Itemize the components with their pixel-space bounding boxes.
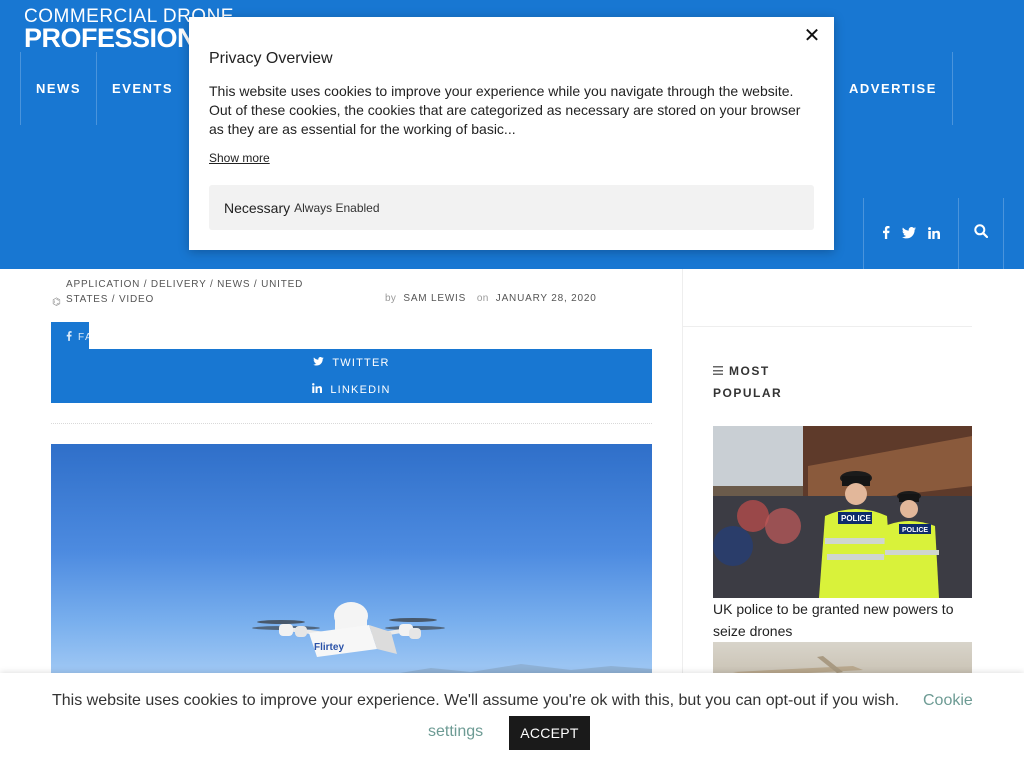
publish-date: JANUARY 28, 2020: [495, 293, 597, 304]
police-label-1: POLICE: [841, 514, 871, 523]
social-links: [863, 198, 959, 269]
cookie-settings-link-2[interactable]: settings: [428, 723, 483, 741]
search-icon: [974, 224, 989, 243]
main-nav: NEWS EVENTS: [20, 52, 188, 125]
share-twitter-label: TWITTER: [332, 356, 390, 369]
facebook-icon[interactable]: [882, 226, 890, 241]
article-categories: ⌬ APPLICATION / DELIVERY / NEWS / UNITED…: [52, 277, 312, 308]
privacy-overview-modal: ✕ Privacy Overview This website uses coo…: [189, 17, 834, 250]
sidebar-rule: [683, 326, 972, 327]
tag-icon: ⌬: [52, 297, 62, 308]
share-facebook-label[interactable]: FACEBOOK: [66, 331, 145, 343]
share-panel: TWITTER LINKEDIN: [51, 349, 652, 403]
category-links-line-1[interactable]: APPLICATION / DELIVERY / NEWS / UNITED: [66, 277, 312, 292]
close-button[interactable]: ✕: [802, 26, 822, 46]
category-links-line-2[interactable]: STATES / VIDEO: [66, 292, 312, 307]
by-label: by: [385, 293, 397, 304]
drone-brand-label: Flirtey: [314, 642, 344, 653]
on-label: on: [476, 293, 489, 304]
always-enabled-label: Always Enabled: [294, 200, 380, 215]
nav-item-events[interactable]: EVENTS: [96, 52, 188, 125]
cookie-settings-link[interactable]: Cookie: [923, 692, 973, 710]
necessary-label: Necessary: [224, 199, 291, 216]
share-twitter-button[interactable]: TWITTER: [51, 349, 652, 376]
twitter-icon: [313, 356, 325, 369]
menu-bars-icon: [713, 366, 723, 375]
close-icon: ✕: [803, 25, 821, 47]
twitter-icon[interactable]: [902, 226, 916, 241]
linkedin-icon: [312, 383, 323, 396]
cookie-consent-bar: This website uses cookies to improve you…: [0, 673, 1024, 768]
police-photo: POLICE POLICE: [713, 426, 972, 598]
nav-item-news[interactable]: NEWS: [20, 52, 96, 125]
article-byline: by SAM LEWIS on JANUARY 28, 2020: [385, 293, 597, 304]
search-button[interactable]: [959, 198, 1004, 269]
popular-post-image[interactable]: POLICE POLICE: [713, 426, 972, 598]
share-linkedin-button[interactable]: LINKEDIN: [51, 376, 652, 403]
main-nav-right: ADVERTISE: [833, 52, 953, 125]
share-linkedin-label: LINKEDIN: [330, 383, 391, 396]
popular-post-title[interactable]: UK police to be granted new powers to se…: [713, 598, 972, 642]
modal-title: Privacy Overview: [209, 50, 333, 67]
nav-item-advertise[interactable]: ADVERTISE: [833, 52, 953, 125]
modal-body-text: This website uses cookies to improve you…: [209, 83, 801, 137]
facebook-icon: [66, 331, 72, 341]
article-hero-image: Flirtey: [51, 444, 652, 684]
author-link[interactable]: SAM LEWIS: [403, 293, 466, 304]
cookie-message: This website uses cookies to improve you…: [52, 692, 900, 709]
share-buttons: FACEBOOK TWITTER LINKEDIN: [51, 322, 652, 403]
linkedin-icon[interactable]: [928, 226, 940, 241]
delivery-drone-illustration: Flirtey: [252, 602, 652, 684]
show-more-link[interactable]: Show more: [209, 151, 270, 165]
content-divider: [51, 423, 652, 424]
most-popular-heading: MOST POPULAR: [713, 364, 783, 400]
police-label-2: POLICE: [902, 527, 928, 534]
necessary-cookies-row[interactable]: Necessary Always Enabled: [209, 185, 814, 230]
accept-button[interactable]: ACCEPT: [509, 716, 590, 750]
sidebar-border: [682, 269, 683, 673]
